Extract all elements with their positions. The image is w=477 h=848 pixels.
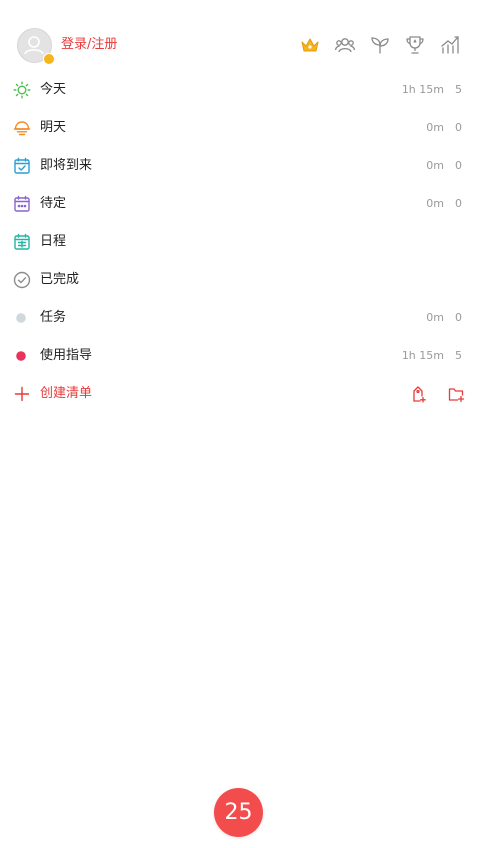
app-screen: 登录/注册 今天 1h 15m 5 明天 0m 0 即将到来 0m 0 待定 0… — [0, 0, 477, 848]
add-tag-icon[interactable] — [409, 385, 427, 403]
project-list: 今天 1h 15m 5 明天 0m 0 即将到来 0m 0 待定 0m 0 日程… — [0, 71, 477, 413]
list-item-duration: 0m — [426, 159, 444, 172]
list-item-label: 明天 — [40, 120, 67, 135]
list-item-tomorrow[interactable]: 明天 0m 0 — [0, 109, 477, 147]
plus-icon[interactable] — [13, 385, 31, 403]
list-item-duration: 0m — [426, 121, 444, 134]
dot-icon — [13, 309, 31, 327]
sun-icon — [13, 81, 31, 99]
team-icon[interactable] — [334, 34, 356, 56]
list-item-duration: 1h 15m — [401, 83, 444, 96]
list-item-upcoming[interactable]: 即将到来 0m 0 — [0, 147, 477, 185]
add-folder-icon[interactable] — [447, 385, 465, 403]
create-list-row: 创建清单 — [0, 375, 477, 413]
sprout-icon[interactable] — [369, 34, 391, 56]
list-item-count: 5 — [455, 83, 462, 96]
list-item-today[interactable]: 今天 1h 15m 5 — [0, 71, 477, 109]
list-item-duration: 0m — [426, 197, 444, 210]
dot-icon — [13, 347, 31, 365]
list-item-completed[interactable]: 已完成 — [0, 261, 477, 299]
list-item-label: 使用指导 — [40, 348, 93, 363]
list-item-tasks[interactable]: 任务 0m 0 — [0, 299, 477, 337]
create-list-button[interactable]: 创建清单 — [40, 385, 92, 403]
calendar-grid-icon — [13, 233, 31, 251]
vip-badge-icon — [43, 53, 55, 65]
trophy-icon[interactable] — [404, 34, 426, 56]
list-item-count: 0 — [455, 197, 462, 210]
calendar-check-icon — [13, 157, 31, 175]
list-item-label: 已完成 — [40, 272, 80, 287]
list-item-count: 5 — [455, 349, 462, 362]
pomodoro-timer-button[interactable]: 25 — [214, 788, 263, 837]
list-item-schedule[interactable]: 日程 — [0, 223, 477, 261]
calendar-dots-icon — [13, 195, 31, 213]
avatar[interactable] — [17, 28, 55, 65]
list-item-label: 即将到来 — [40, 158, 93, 173]
check-circle-icon — [13, 271, 31, 289]
list-item-count: 0 — [455, 311, 462, 324]
list-item-count: 0 — [455, 121, 462, 134]
list-item-label: 今天 — [40, 82, 67, 97]
crown-icon[interactable] — [299, 34, 321, 56]
list-item-duration: 1h 15m — [401, 349, 444, 362]
list-item-duration: 0m — [426, 311, 444, 324]
header: 登录/注册 — [0, 0, 477, 72]
stats-icon[interactable] — [439, 34, 461, 56]
list-item-pending[interactable]: 待定 0m 0 — [0, 185, 477, 223]
list-item-label: 待定 — [40, 196, 67, 211]
sunrise-icon — [13, 119, 31, 137]
list-item-guide[interactable]: 使用指导 1h 15m 5 — [0, 337, 477, 375]
list-item-count: 0 — [455, 159, 462, 172]
list-item-label: 任务 — [40, 310, 67, 325]
list-item-label: 日程 — [40, 234, 67, 249]
login-register-link[interactable]: 登录/注册 — [61, 36, 117, 54]
